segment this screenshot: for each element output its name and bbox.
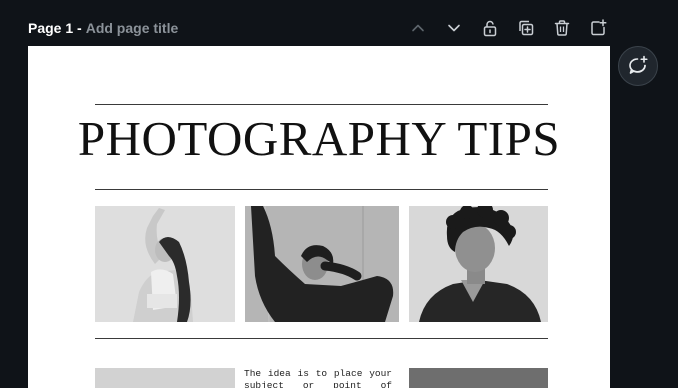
page-header: Page 1 - Add page title — [28, 16, 178, 40]
trash-icon — [554, 20, 570, 36]
photo-man-curly-hair[interactable] — [409, 206, 548, 322]
top-divider-line[interactable] — [95, 104, 548, 105]
duplicate-page-button[interactable] — [508, 14, 544, 42]
photo-bottom-right-image — [409, 368, 548, 388]
chevron-down-icon — [448, 24, 460, 32]
add-page-icon — [591, 19, 607, 36]
editor-app: Page 1 - Add page title PHOTOGRAPHY TIPS… — [0, 0, 678, 388]
photo-woman-arm-raised-image — [95, 206, 235, 322]
photo-woman-arm-raised[interactable] — [95, 206, 235, 322]
move-page-down-button[interactable] — [436, 14, 472, 42]
page-title-input[interactable]: Add page title — [86, 20, 179, 36]
add-page-button[interactable] — [580, 14, 616, 42]
photo-woman-leaning[interactable] — [245, 206, 399, 322]
add-comment-button[interactable] — [618, 46, 658, 86]
photo-bottom-right[interactable] — [409, 368, 548, 388]
title-divider-line[interactable] — [95, 189, 548, 190]
delete-page-button[interactable] — [544, 14, 580, 42]
chevron-up-icon — [412, 24, 424, 32]
lock-page-button[interactable] — [472, 14, 508, 42]
photo-bottom-left[interactable] — [95, 368, 235, 388]
move-page-up-button[interactable] — [400, 14, 436, 42]
duplicate-page-icon — [519, 20, 534, 36]
lock-icon — [483, 20, 497, 37]
page-toolbar — [400, 14, 616, 42]
photos-divider-line[interactable] — [95, 338, 548, 339]
photo-woman-leaning-image — [245, 206, 399, 322]
photo-bottom-left-image — [95, 368, 235, 388]
add-comment-icon — [629, 55, 648, 74]
document-title[interactable]: PHOTOGRAPHY TIPS — [28, 114, 610, 163]
body-text-block[interactable]: The idea is to place your subject or poi… — [244, 368, 392, 388]
design-page-canvas[interactable]: PHOTOGRAPHY TIPS The idea is to place yo… — [28, 46, 610, 388]
photo-man-curly-hair-image — [409, 206, 548, 322]
page-number-label: Page 1 - — [28, 20, 82, 36]
